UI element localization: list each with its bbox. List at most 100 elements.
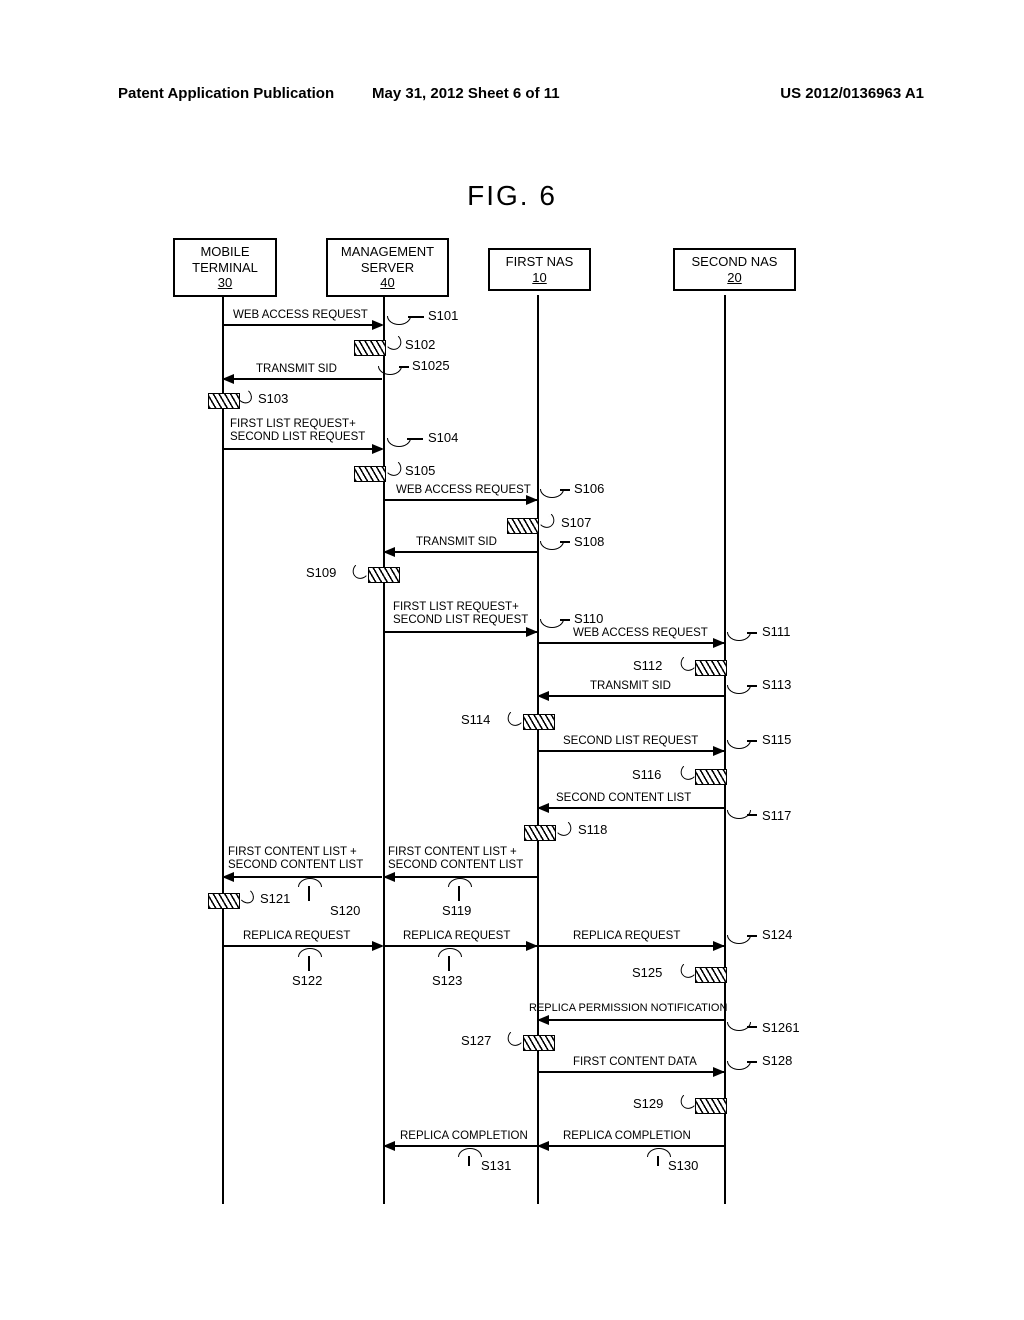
step-s1261: S1261: [762, 1020, 800, 1035]
actor-second-nas: SECOND NAS 20: [673, 248, 796, 291]
leader-line: [747, 814, 757, 816]
curve-icon: [298, 878, 322, 887]
step-s109: S109: [306, 565, 336, 580]
step-s102: S102: [405, 337, 435, 352]
arrow-s111: [539, 642, 724, 644]
actor-label: SECOND NAS: [687, 254, 782, 270]
hatch-icon: [523, 714, 555, 730]
leader-line: [560, 541, 570, 543]
arrow-s115: [539, 750, 724, 752]
leader-line: [408, 316, 424, 318]
step-s105: S105: [405, 463, 435, 478]
step-s1025: S1025: [412, 358, 450, 373]
arrow-s124: [539, 945, 724, 947]
arrowhead-icon: [383, 872, 395, 882]
msg-s106: WEB ACCESS REQUEST: [396, 484, 531, 496]
leader-line: [308, 886, 310, 901]
step-s128: S128: [762, 1053, 792, 1068]
actor-id: 20: [687, 270, 782, 286]
actor-management-server: MANAGEMENT SERVER 40: [326, 238, 449, 297]
step-s127: S127: [461, 1033, 491, 1048]
arrowhead-icon: [372, 320, 384, 330]
arrowhead-icon: [537, 1141, 549, 1151]
curve-icon: [677, 1095, 695, 1113]
arrowhead-icon: [372, 444, 384, 454]
msg-s111: WEB ACCESS REQUEST: [573, 627, 708, 639]
msg-s123: REPLICA REQUEST: [403, 930, 510, 942]
leader-line: [747, 632, 757, 634]
leader-line: [458, 886, 460, 901]
curve-icon: [504, 712, 522, 730]
curve-icon: [298, 948, 322, 957]
msg-s120: FIRST CONTENT LIST + SECOND CONTENT LIST: [228, 846, 363, 871]
step-s123: S123: [432, 973, 462, 988]
step-s115: S115: [762, 732, 791, 747]
curve-icon: [387, 462, 405, 480]
leader-line: [448, 956, 450, 971]
step-s113: S113: [762, 677, 791, 692]
msg-s130: REPLICA COMPLETION: [563, 1130, 691, 1142]
leader-line: [747, 740, 757, 742]
curve-icon: [647, 1148, 671, 1157]
step-s129: S129: [633, 1096, 663, 1111]
hatch-icon: [354, 466, 386, 482]
arrow-s1261: [539, 1019, 724, 1021]
arrowhead-icon: [526, 941, 538, 951]
msg-s117: SECOND CONTENT LIST: [556, 792, 691, 804]
actor-label: MANAGEMENT SERVER: [340, 244, 435, 275]
msg-s122: REPLICA REQUEST: [243, 930, 350, 942]
step-s114: S114: [461, 712, 490, 727]
actor-label: MOBILE TERMINAL: [187, 244, 263, 275]
arrow-s110: [385, 631, 537, 633]
hatch-icon: [695, 967, 727, 983]
msg-s128: FIRST CONTENT DATA: [573, 1056, 697, 1068]
arrowhead-icon: [222, 374, 234, 384]
leader-line: [747, 1061, 757, 1063]
arrowhead-icon: [713, 1067, 725, 1077]
arrow-s117: [539, 807, 724, 809]
figure-title: FIG. 6: [0, 180, 1024, 212]
step-s104: S104: [428, 430, 458, 445]
leader-line: [747, 685, 757, 687]
hatch-icon: [507, 518, 539, 534]
msg-s101: WEB ACCESS REQUEST: [233, 309, 368, 321]
hatch-icon: [695, 660, 727, 676]
step-s120: S120: [330, 903, 360, 918]
curve-icon: [677, 964, 695, 982]
msg-s131: REPLICA COMPLETION: [400, 1130, 528, 1142]
arrowhead-icon: [526, 627, 538, 637]
msg-s1025: TRANSMIT SID: [256, 363, 337, 375]
hatch-icon: [208, 893, 240, 909]
actor-id: 10: [502, 270, 577, 286]
hatch-icon: [524, 825, 556, 841]
curve-icon: [504, 1032, 522, 1050]
hatch-icon: [368, 567, 400, 583]
step-s107: S107: [561, 515, 591, 530]
step-s101: S101: [428, 308, 458, 323]
hatch-icon: [354, 340, 386, 356]
msg-s108: TRANSMIT SID: [416, 536, 497, 548]
arrowhead-icon: [537, 803, 549, 813]
step-s124: S124: [762, 927, 792, 942]
curve-icon: [557, 822, 575, 840]
step-s117: S117: [762, 808, 791, 823]
actor-mobile-terminal: MOBILE TERMINAL 30: [173, 238, 277, 297]
actor-label: FIRST NAS: [502, 254, 577, 270]
msg-s115: SECOND LIST REQUEST: [563, 735, 698, 747]
curve-icon: [241, 890, 257, 906]
leader-line: [407, 438, 423, 440]
arrow-s1025: [224, 378, 382, 380]
hatch-icon: [208, 393, 240, 409]
arrow-s131: [385, 1145, 537, 1147]
arrowhead-icon: [222, 872, 234, 882]
arrow-s128: [539, 1071, 724, 1073]
header-center: May 31, 2012 Sheet 6 of 11: [372, 85, 560, 102]
arrow-s101: [224, 324, 382, 326]
msg-s119: FIRST CONTENT LIST + SECOND CONTENT LIST: [388, 846, 523, 871]
arrowhead-icon: [713, 638, 725, 648]
step-s130: S130: [668, 1158, 698, 1173]
arrow-s120: [224, 876, 382, 878]
step-s131: S131: [481, 1158, 511, 1173]
step-s119: S119: [442, 903, 471, 918]
arrow-s104: [224, 448, 382, 450]
